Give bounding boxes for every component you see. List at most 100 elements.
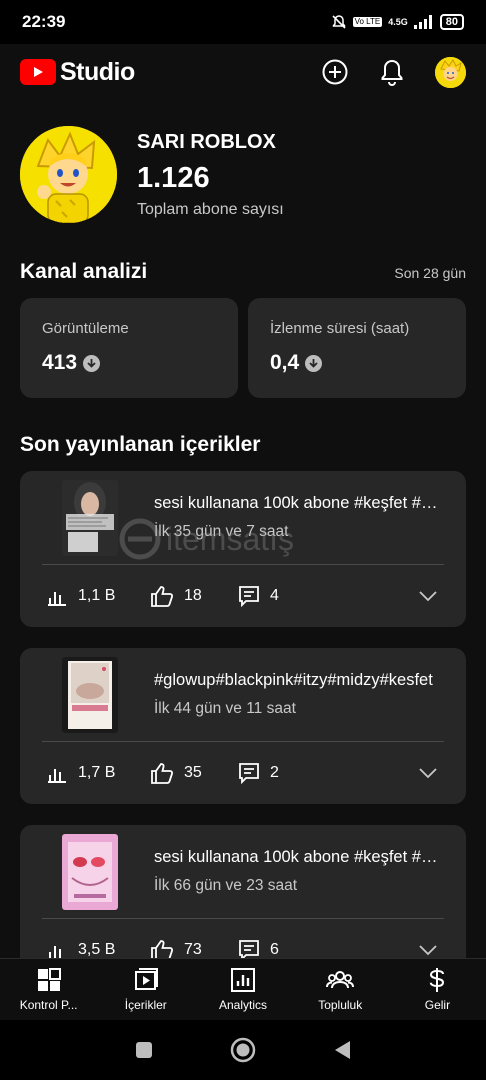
- video-period: İlk 35 gün ve 7 saat: [154, 523, 289, 540]
- metric-number: 413: [42, 351, 78, 374]
- metric-card-views[interactable]: Görüntüleme 413: [20, 298, 238, 398]
- views-icon: [48, 946, 66, 960]
- like-icon: [151, 586, 174, 607]
- card-header: sesi kullanana 100k abone #keşfet #keşfe…: [20, 825, 466, 918]
- nav-earn[interactable]: Gelir: [389, 959, 486, 1020]
- video-thumbnail[interactable]: [62, 479, 118, 556]
- likes-value: 18: [184, 587, 202, 604]
- views-stat: 1,7 B: [46, 763, 150, 783]
- recent-content-header: Son yayınlanan içerikler: [20, 433, 466, 457]
- youtube-logo-icon: [20, 59, 56, 85]
- like-icon: [151, 763, 174, 784]
- logo-text: Studio: [60, 57, 135, 86]
- views-stat: 1,1 B: [46, 586, 150, 606]
- system-navigation-bar: [0, 1020, 486, 1080]
- nav-community[interactable]: Topluluk: [292, 959, 389, 1020]
- likes-stat: 35: [150, 762, 238, 784]
- subscriber-label: Toplam abone sayısı: [137, 200, 284, 218]
- views-icon: [48, 769, 66, 783]
- comments-value: 2: [270, 764, 279, 781]
- dashboard-icon: [37, 968, 61, 991]
- card-text: sesi kullanana 100k abone #keşfet #keşfe…: [154, 494, 444, 541]
- recent-content-title: Son yayınlanan içerikler: [20, 433, 261, 456]
- nav-label: Topluluk: [318, 998, 363, 1012]
- mute-notifications-icon: [332, 15, 346, 29]
- channel-info: SARI ROBLOX 1.126 Toplam abone sayısı: [137, 131, 284, 219]
- analytics-period[interactable]: Son 28 gün: [394, 265, 466, 281]
- comments-icon: [239, 763, 259, 784]
- signal-icon: [413, 15, 432, 29]
- comments-stat: 4: [238, 585, 298, 607]
- card-header: #glowup#blackpink#itzy#midzy#kesfet İlk …: [20, 648, 466, 741]
- header-actions: [321, 56, 466, 88]
- metric-label: İzlenme süresi (saat): [270, 320, 410, 337]
- trend-down-icon: [305, 354, 323, 372]
- account-avatar[interactable]: [435, 56, 466, 88]
- card-stats: 1,7 B 35 2: [20, 742, 466, 804]
- views-value: 1,7 B: [78, 764, 116, 781]
- content-icon: [134, 968, 158, 990]
- video-period: İlk 44 gün ve 11 saat: [154, 700, 296, 717]
- nav-label: Gelir: [424, 998, 451, 1012]
- views-icon: [48, 592, 66, 606]
- trend-down-icon: [83, 354, 101, 372]
- likes-value: 35: [184, 764, 202, 781]
- nav-label: Kontrol P...: [19, 998, 78, 1012]
- content-card[interactable]: sesi kullanana 100k abone #keşfet #keşfe…: [20, 471, 466, 627]
- nav-analytics[interactable]: Analytics: [194, 959, 291, 1020]
- nav-label: Analytics: [218, 998, 268, 1012]
- create-icon[interactable]: [321, 58, 349, 86]
- chevron-down-icon[interactable]: [418, 590, 438, 602]
- video-thumbnail[interactable]: [62, 833, 118, 910]
- card-text: sesi kullanana 100k abone #keşfet #keşfe…: [154, 848, 444, 895]
- notifications-icon[interactable]: [379, 58, 405, 86]
- video-thumbnail[interactable]: [62, 656, 118, 733]
- views-stat: 3,5 B: [46, 940, 150, 960]
- views-value: 1,1 B: [78, 587, 116, 604]
- subscriber-count: 1.126: [137, 161, 210, 194]
- back-icon[interactable]: [332, 1039, 352, 1061]
- card-text: #glowup#blackpink#itzy#midzy#kesfet İlk …: [154, 671, 444, 718]
- app-header: Studio: [0, 44, 486, 100]
- channel-name: SARI ROBLOX: [137, 130, 276, 153]
- content-card[interactable]: #glowup#blackpink#itzy#midzy#kesfet İlk …: [20, 648, 466, 804]
- volte-text: Vo LTE: [354, 17, 381, 26]
- card-stats: 1,1 B 18 4: [20, 565, 466, 627]
- channel-avatar[interactable]: [20, 126, 117, 223]
- battery-indicator: 80: [439, 14, 464, 30]
- video-title: sesi kullanana 100k abone #keşfet #keşfe…: [154, 848, 444, 866]
- home-icon[interactable]: [230, 1037, 256, 1063]
- comments-icon: [239, 586, 259, 607]
- video-title: #glowup#blackpink#itzy#midzy#kesfet: [154, 671, 433, 689]
- bottom-navigation: Kontrol P... İçerikler Analytics Toplulu…: [0, 958, 486, 1020]
- metric-value: 413: [42, 351, 216, 375]
- nav-label: İçerikler: [124, 998, 167, 1012]
- studio-logo[interactable]: Studio: [20, 58, 135, 87]
- analytics-icon: [231, 968, 255, 992]
- metric-card-watch-time[interactable]: İzlenme süresi (saat) 0,4: [248, 298, 466, 398]
- comments-value: 6: [270, 941, 279, 958]
- community-icon: [326, 971, 355, 989]
- metric-number: 0,4: [270, 351, 300, 374]
- nav-dashboard[interactable]: Kontrol P...: [0, 959, 97, 1020]
- views-value: 3,5 B: [78, 941, 116, 958]
- analytics-title: Kanal analizi: [20, 260, 148, 283]
- earn-icon: [430, 968, 445, 992]
- status-time: 22:39: [22, 12, 66, 31]
- comments-stat: 2: [238, 762, 298, 784]
- chevron-down-icon[interactable]: [418, 944, 438, 956]
- status-icons: Vo LTE 4.5G 80: [331, 14, 464, 30]
- video-title: sesi kullanana 100k abone #keşfet #keşfe…: [154, 494, 444, 512]
- network-type: 4.5G: [388, 17, 408, 27]
- nav-content[interactable]: İçerikler: [97, 959, 194, 1020]
- comments-value: 4: [270, 587, 279, 604]
- video-period: İlk 66 gün ve 23 saat: [154, 877, 298, 894]
- status-bar: 22:39 Vo LTE 4.5G 80: [0, 0, 486, 44]
- recent-apps-icon[interactable]: [134, 1040, 154, 1060]
- analytics-header: Kanal analizi Son 28 gün: [20, 260, 466, 284]
- likes-stat: 18: [150, 585, 238, 607]
- metric-label: Görüntüleme: [42, 320, 129, 337]
- chevron-down-icon[interactable]: [418, 767, 438, 779]
- metric-value: 0,4: [270, 351, 444, 375]
- volte-badge: Vo LTE: [352, 17, 383, 27]
